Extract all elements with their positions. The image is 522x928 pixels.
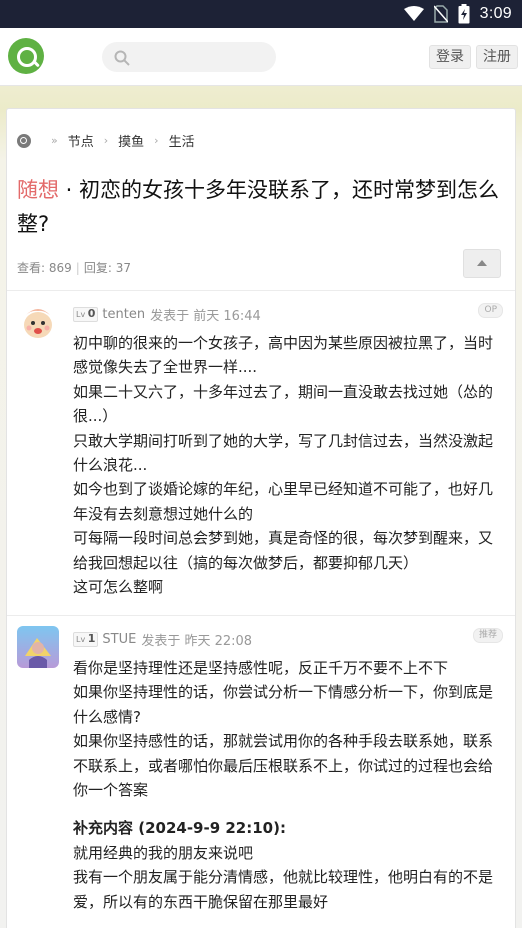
- login-button[interactable]: 登录: [429, 45, 471, 69]
- reply-line: 只敢大学期间打听到了她的大学，写了几封信过去，当然没激起什么浪花...: [73, 431, 494, 475]
- register-button[interactable]: 注册: [476, 45, 518, 69]
- reply-line: 如果二十又六了，十多年过去了，期间一直没敢去找过她（怂的很...）: [73, 382, 494, 426]
- reply-line: 可每隔一段时间总会梦到她，真是奇怪的很，每次梦到醒来，又给我回想起以往（搞的每次…: [73, 529, 494, 572]
- post-stats: 查看: 869 | 回复: 37: [17, 261, 131, 275]
- breadcrumb-separator: ›: [103, 134, 109, 147]
- reply-item: Lv 0 tenten 发表于 前天 16:44 OP 初中聊的很来的一个女孩子…: [7, 291, 515, 615]
- reply-header: Lv 0 tenten 发表于 前天 16:44: [73, 305, 261, 324]
- breadcrumb-item-moyu[interactable]: 摸鱼: [118, 131, 144, 150]
- reply-content: 看你是坚持理性还是坚持感性呢，反正千万不要不上不下 如果你坚持理性的话，你尝试分…: [73, 656, 503, 914]
- site-logo[interactable]: [8, 38, 44, 74]
- replies-label: 回复:: [83, 261, 112, 275]
- page-title: 随想 · 初恋的女孩十多年没联系了，还时常梦到怎么整?: [17, 178, 500, 236]
- search-icon: [114, 50, 130, 66]
- breadcrumb-item-life[interactable]: 生活: [169, 131, 195, 150]
- views-count: 869: [48, 261, 72, 275]
- thread-card: » 节点 › 摸鱼 › 生活 随想 · 初恋的女孩十多年没联系了，还时常梦到怎么…: [6, 108, 516, 928]
- wifi-icon: [403, 6, 424, 21]
- reply-item: Lv 1 STUE 发表于 昨天 22:08 推荐 看你是坚持理性还是坚持感性呢…: [7, 616, 515, 928]
- avatar[interactable]: [17, 626, 59, 668]
- battery-charging-icon: [458, 4, 470, 24]
- views-label: 查看:: [17, 261, 46, 275]
- clock: 3:09: [479, 5, 512, 22]
- post-title-text: 初恋的女孩十多年没联系了，还时常梦到怎么整?: [17, 178, 500, 236]
- supplement-title: 补充内容 (2024-9-9 22:10):: [73, 819, 286, 838]
- username[interactable]: STUE: [102, 632, 136, 647]
- reply-line: 如果你坚持感性的话，那就尝试用你的各种手段去联系她，联系不联系上，或者哪怕你最后…: [73, 732, 494, 800]
- reply-content: 初中聊的很来的一个女孩子，高中因为某些原因被拉黑了，当时感觉像失去了全世界一样.…: [73, 331, 503, 599]
- post-time: 发表于 昨天 22:08: [141, 634, 253, 649]
- no-sim-icon: [433, 5, 448, 23]
- op-badge: OP: [478, 303, 503, 318]
- replies-count: 37: [115, 261, 131, 275]
- username[interactable]: tenten: [102, 307, 145, 322]
- avatar[interactable]: [17, 301, 59, 343]
- breadcrumb-separator: »: [51, 134, 58, 147]
- recommend-badge: 推荐: [472, 628, 503, 643]
- top-navbar: 登录 注册: [0, 28, 522, 86]
- home-icon[interactable]: [17, 133, 31, 148]
- reply-header: Lv 1 STUE 发表于 昨天 22:08: [73, 630, 252, 649]
- reply-line: 看你是坚持理性还是坚持感性呢，反正千万不要不上不下: [73, 659, 449, 677]
- breadcrumb: » 节点 › 摸鱼 › 生活: [17, 131, 195, 150]
- breadcrumb-separator: ›: [154, 134, 159, 147]
- reply-line: 如果你坚持理性的话，你尝试分析一下情感分析一下，你到底是什么感情?: [73, 683, 494, 726]
- post-category-tag[interactable]: 随想: [17, 178, 59, 202]
- scroll-up-button[interactable]: [463, 249, 501, 278]
- status-bar: 3:09: [0, 0, 522, 28]
- breadcrumb-item-nodes[interactable]: 节点: [68, 131, 94, 150]
- reply-line: 如今也到了谈婚论嫁的年纪，心里早已经知道不可能了，也好几年没有去刻意想过她什么的: [73, 480, 494, 523]
- reply-line: 就用经典的我的朋友来说吧: [73, 843, 254, 862]
- reply-line: 我有一个朋友属于能分清情感，他就比较理性，他明白有的不是爱，所以有的东西干脆保留…: [73, 868, 494, 911]
- reply-line: 这可怎么整啊: [73, 578, 164, 597]
- reply-line: 初中聊的很来的一个女孩子，高中因为某些原因被拉黑了，当时感觉像失去了全世界一样.…: [73, 334, 494, 377]
- level-badge: Lv 0: [73, 307, 99, 322]
- level-badge: Lv 1: [73, 632, 99, 647]
- post-time: 发表于 前天 16:44: [150, 309, 261, 324]
